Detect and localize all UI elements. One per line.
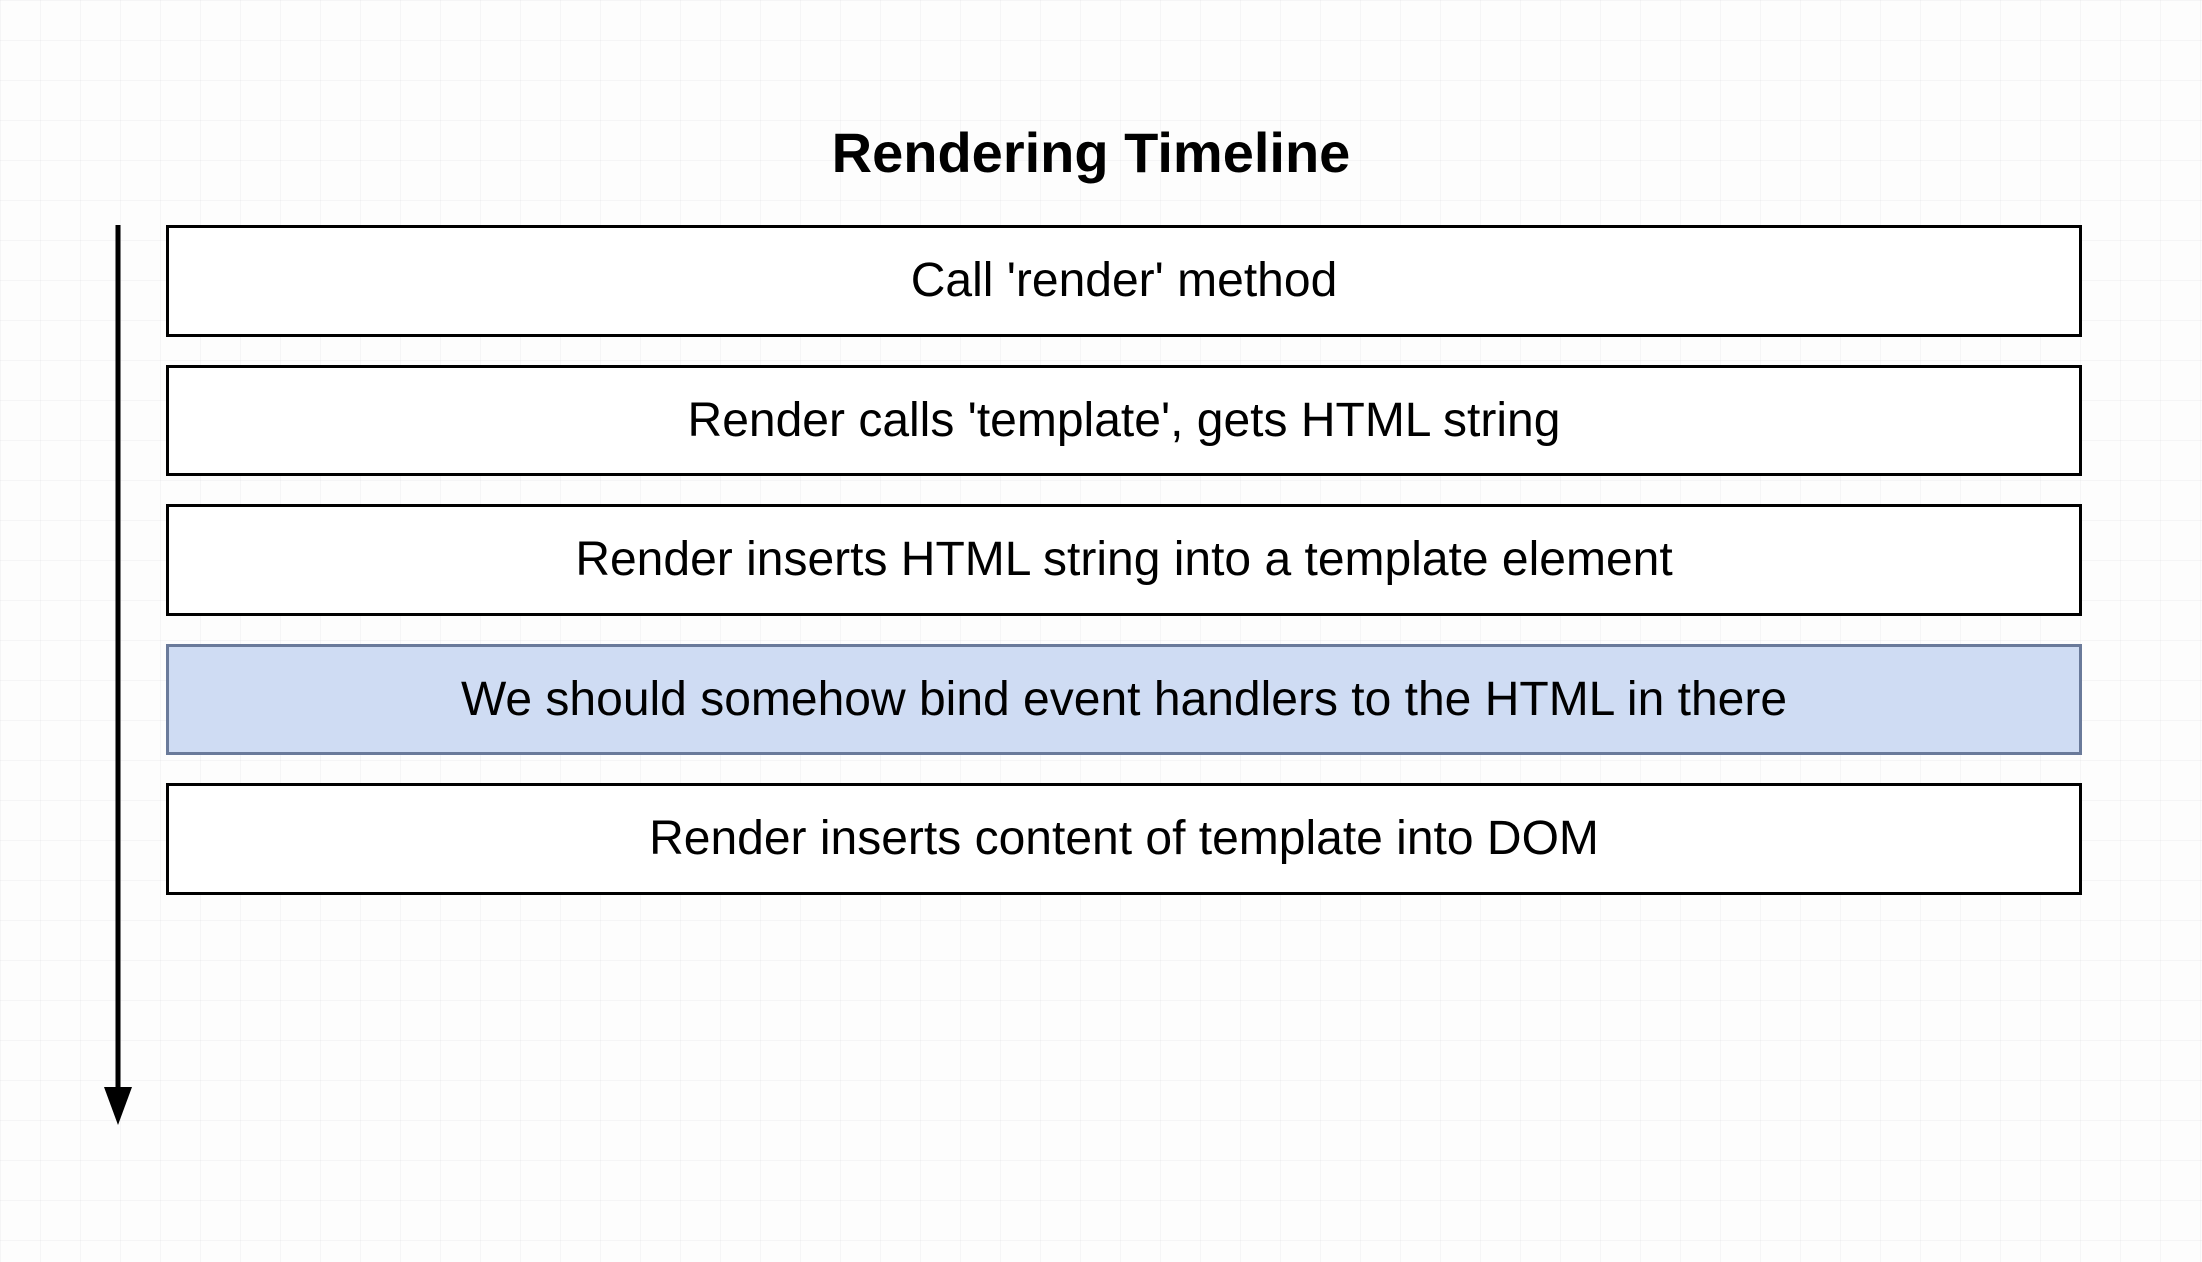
timeline-row: Call 'render' method Render calls 'templ… [100, 225, 2082, 1125]
step-label: Call 'render' method [911, 252, 1338, 310]
step-label: Render calls 'template', gets HTML strin… [688, 392, 1561, 450]
step-box: Render inserts content of template into … [166, 783, 2082, 895]
step-label: We should somehow bind event handlers to… [461, 671, 1787, 729]
arrow-down-icon [100, 225, 136, 1125]
step-box: Render calls 'template', gets HTML strin… [166, 365, 2082, 477]
diagram-title: Rendering Timeline [832, 120, 1351, 185]
diagram-container: Rendering Timeline Call 'render' method … [0, 0, 2202, 1185]
step-box: Call 'render' method [166, 225, 2082, 337]
step-label: Render inserts HTML string into a templa… [575, 531, 1672, 589]
timeline-arrow-column [100, 225, 136, 1125]
steps-column: Call 'render' method Render calls 'templ… [166, 225, 2082, 1125]
step-box-highlighted: We should somehow bind event handlers to… [166, 644, 2082, 756]
step-label: Render inserts content of template into … [649, 810, 1599, 868]
step-box: Render inserts HTML string into a templa… [166, 504, 2082, 616]
